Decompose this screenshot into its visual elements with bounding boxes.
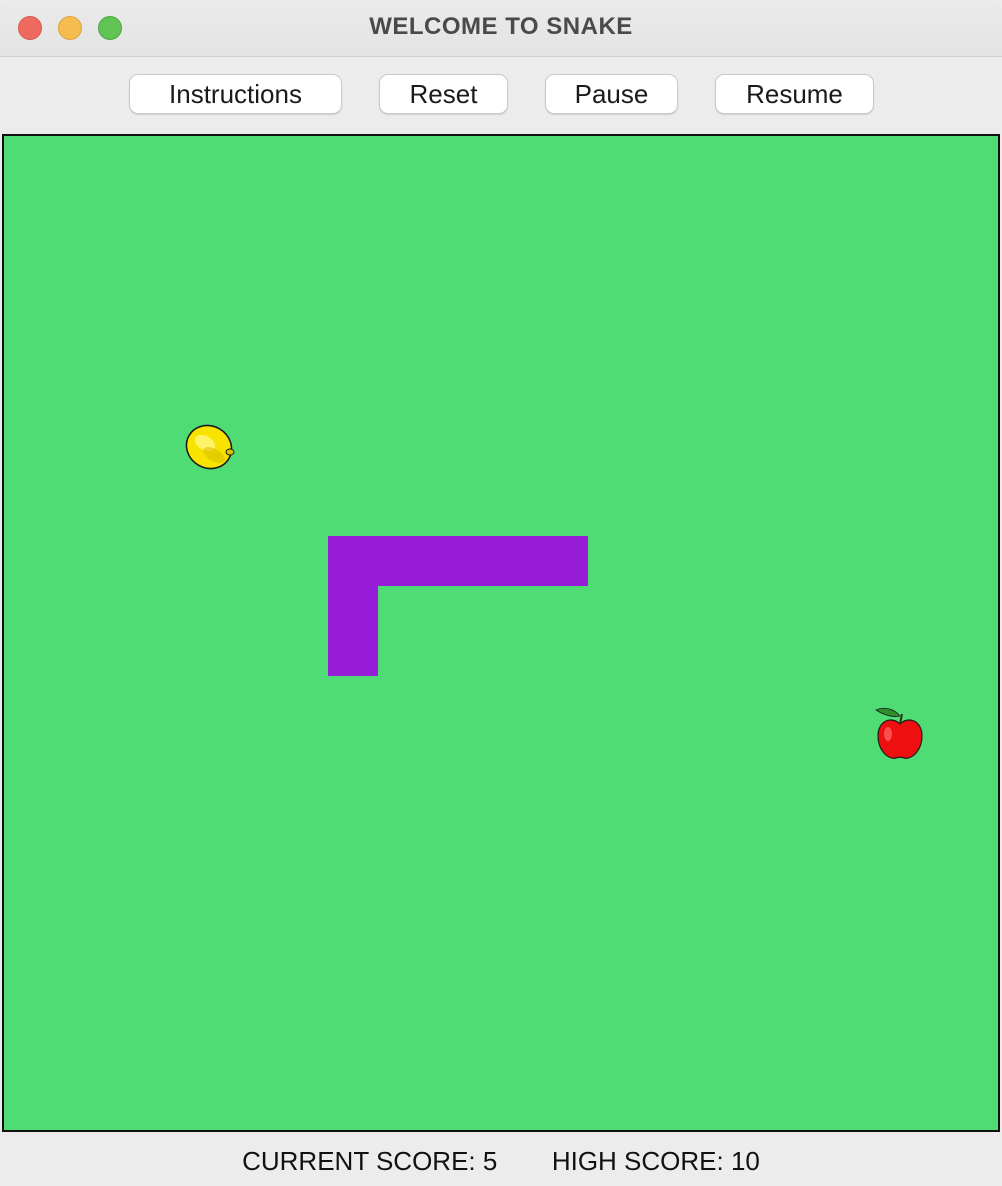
lemon-icon (185, 424, 235, 470)
toolbar: Instructions Reset Pause Resume (0, 57, 1002, 133)
high-score-value: 10 (730, 1146, 760, 1176)
game-board[interactable] (2, 134, 1000, 1132)
high-score-label: HIGH SCORE: (551, 1146, 724, 1176)
close-icon[interactable] (18, 16, 42, 40)
pause-button[interactable]: Pause (545, 74, 678, 114)
maximize-icon[interactable] (98, 16, 122, 40)
apple-icon (875, 707, 923, 759)
current-score-value: 5 (482, 1146, 498, 1176)
resume-button[interactable]: Resume (715, 74, 874, 114)
instructions-button[interactable]: Instructions (129, 74, 342, 114)
reset-button[interactable]: Reset (379, 74, 508, 114)
snake-segment-vertical (328, 536, 378, 676)
app-window: WELCOME TO SNAKE Instructions Reset Paus… (0, 0, 1002, 1186)
status-bar: CURRENT SCORE: 5 HIGH SCORE: 10 (0, 1134, 1002, 1186)
window-title: WELCOME TO SNAKE (369, 13, 633, 40)
title-bar[interactable]: WELCOME TO SNAKE (0, 0, 1002, 57)
current-score-label: CURRENT SCORE: (242, 1146, 476, 1176)
minimize-icon[interactable] (58, 16, 82, 40)
